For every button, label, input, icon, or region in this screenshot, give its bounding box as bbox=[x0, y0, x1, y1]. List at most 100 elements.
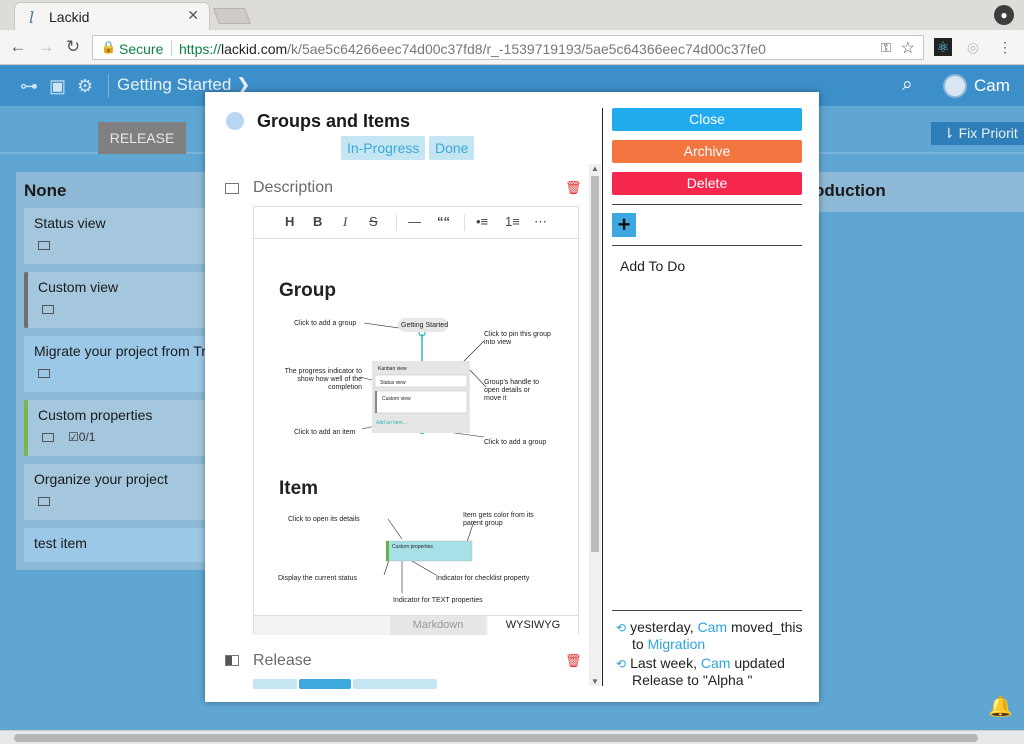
bullet-list-tool-icon[interactable]: •≡ bbox=[476, 214, 488, 229]
toolbar-divider bbox=[464, 215, 465, 231]
text-property-icon bbox=[42, 433, 54, 442]
item-heading: Item bbox=[279, 478, 319, 499]
reload-icon[interactable]: ↻ bbox=[63, 37, 83, 57]
settings-gears-icon[interactable]: ⚙ bbox=[77, 76, 93, 97]
search-icon[interactable]: ⌕ bbox=[902, 74, 913, 96]
card-title: test item bbox=[34, 535, 87, 551]
react-devtools-icon[interactable]: ⚛ bbox=[934, 38, 952, 56]
tab-wysiwyg[interactable]: WYSIWYG bbox=[488, 616, 578, 635]
list-item[interactable]: Custom properties ☑0/1 bbox=[24, 400, 224, 456]
ordered-list-tool-icon[interactable]: 1≡ bbox=[505, 214, 520, 229]
secure-label: Secure bbox=[119, 41, 164, 57]
horizontal-rule-tool-icon[interactable]: — bbox=[408, 214, 421, 229]
back-arrow-icon[interactable]: ← bbox=[8, 37, 28, 57]
scroll-down-icon[interactable]: ▼ bbox=[591, 677, 599, 686]
delete-button[interactable]: Delete bbox=[612, 172, 802, 195]
browser-tabbar: l Lackid ✕ ● bbox=[0, 0, 1024, 30]
archive-button[interactable]: Archive bbox=[612, 140, 802, 163]
extension-icon[interactable]: ◎ bbox=[964, 38, 982, 56]
hierarchy-icon[interactable]: ⊶ bbox=[20, 76, 38, 97]
release-option-chip[interactable] bbox=[353, 679, 437, 689]
activity-user-link[interactable]: Cam bbox=[701, 655, 731, 671]
notification-bell-icon[interactable]: 🔔 bbox=[988, 694, 1013, 719]
browser-tab[interactable]: l Lackid ✕ bbox=[14, 2, 210, 30]
more-tools-icon[interactable]: ⋯ bbox=[534, 214, 547, 230]
new-tab-button[interactable] bbox=[213, 8, 251, 24]
card-title: Custom view bbox=[38, 279, 119, 295]
tab-markdown[interactable]: Markdown bbox=[390, 616, 486, 635]
add-todo-button[interactable]: + bbox=[612, 213, 636, 237]
item-details-dialog: Groups and Items In-Progress Done Descri… bbox=[205, 92, 819, 702]
activity-action: updated bbox=[734, 655, 785, 671]
scrollbar-thumb[interactable] bbox=[591, 176, 599, 552]
address-bar[interactable]: 🔒 Secure https://lackid.com/k/5ae5c64266… bbox=[92, 35, 924, 60]
bold-tool-icon[interactable]: B bbox=[313, 214, 322, 229]
avatar[interactable] bbox=[943, 74, 967, 98]
dialog-scrollbar[interactable]: ▲ ▼ bbox=[589, 164, 601, 686]
profile-icon[interactable]: ● bbox=[994, 5, 1014, 25]
board-column-production: oduction bbox=[800, 172, 1024, 212]
add-todo-label[interactable]: Add To Do bbox=[620, 258, 685, 274]
dialog-title[interactable]: Groups and Items bbox=[257, 111, 410, 132]
url-path: /k/5ae5c64266eec74d00c37fd8/r_-153971919… bbox=[287, 41, 766, 57]
checklist-value: 0/1 bbox=[78, 430, 96, 444]
status-done[interactable]: Done bbox=[429, 136, 475, 160]
annotation-handle: Group's handle to open details or move i… bbox=[484, 379, 540, 402]
key-icon[interactable]: ⚿ bbox=[881, 40, 891, 56]
url-text: https://lackid.com/k/5ae5c64266eec74d00c… bbox=[179, 41, 766, 57]
description-icon bbox=[225, 183, 239, 194]
history-icon: ⟲ bbox=[616, 657, 627, 671]
release-option-chip[interactable] bbox=[253, 679, 297, 689]
plus-icon: + bbox=[617, 212, 631, 237]
scroll-up-icon[interactable]: ▲ bbox=[591, 164, 599, 173]
close-button[interactable]: Close bbox=[612, 108, 802, 131]
menu-kebab-icon[interactable]: ⋮ bbox=[996, 38, 1014, 56]
annotation-progress: The progress indicator to show how well … bbox=[284, 368, 362, 391]
group-color-dot bbox=[226, 112, 244, 130]
forward-arrow-icon[interactable]: → bbox=[36, 37, 56, 57]
board-icon[interactable]: ▣ bbox=[49, 76, 66, 97]
annotation-add-item-link: Add an item... bbox=[376, 420, 407, 426]
user-name[interactable]: Cam bbox=[974, 76, 1010, 96]
column-header: None bbox=[24, 181, 67, 200]
text-property-icon bbox=[38, 241, 50, 250]
italic-tool-icon[interactable]: I bbox=[343, 214, 347, 230]
delete-release-icon[interactable]: 🗑 bbox=[565, 653, 582, 669]
heading-tool-icon[interactable]: H bbox=[285, 214, 294, 229]
fix-priority-button[interactable]: ⇂ Fix Priorit bbox=[931, 122, 1024, 145]
list-item[interactable]: Organize your project bbox=[24, 464, 224, 520]
status-in-progress[interactable]: In-Progress bbox=[341, 136, 426, 160]
url-scheme: https:// bbox=[179, 41, 222, 57]
bookmark-star-icon[interactable]: ☆ bbox=[901, 38, 915, 58]
quote-tool-icon[interactable]: ““ bbox=[437, 214, 450, 229]
list-item[interactable]: Status view bbox=[24, 208, 224, 264]
checklist-count: ☑0/1 bbox=[68, 430, 95, 444]
close-tab-icon[interactable]: ✕ bbox=[187, 7, 199, 24]
list-item[interactable]: Migrate your project from Tr bbox=[24, 336, 224, 392]
annotation-status: Display the current status bbox=[278, 575, 357, 582]
activity-user-link[interactable]: Cam bbox=[698, 619, 728, 635]
annotation-checklist: Indicator for checklist property bbox=[436, 575, 530, 582]
annotation-custom-view: Custom view bbox=[382, 396, 411, 402]
activity-detail: Release to "Alpha " bbox=[632, 672, 753, 688]
lackid-favicon-icon: l bbox=[29, 8, 35, 27]
horizontal-scrollbar[interactable] bbox=[0, 730, 1024, 744]
editor-content[interactable]: Group Click to add a group Getting Start… bbox=[254, 239, 578, 615]
description-editor[interactable]: H B I S — ““ •≡ 1≡ ⋯ Group Click to add … bbox=[253, 206, 579, 635]
list-item[interactable]: test item bbox=[24, 528, 224, 562]
tab-title: Lackid bbox=[49, 9, 90, 25]
list-item[interactable]: Custom view bbox=[24, 272, 224, 328]
group-diagram-lines bbox=[359, 318, 487, 593]
strikethrough-tool-icon[interactable]: S bbox=[369, 214, 378, 229]
annotation-add-group-top: Click to add a group bbox=[294, 320, 357, 327]
activity-target-link[interactable]: Migration bbox=[648, 636, 706, 652]
scrollbar-thumb[interactable] bbox=[14, 734, 978, 742]
column-header: oduction bbox=[814, 181, 886, 200]
delete-description-icon[interactable]: 🗑 bbox=[565, 180, 582, 196]
release-label: Release bbox=[253, 652, 312, 669]
tab-release[interactable]: RELEASE bbox=[98, 122, 186, 154]
annotation-add-item: Click to add an item bbox=[294, 429, 356, 436]
dialog-divider bbox=[602, 108, 603, 686]
release-icon bbox=[225, 655, 239, 666]
release-option-chip-selected[interactable] bbox=[299, 679, 351, 689]
